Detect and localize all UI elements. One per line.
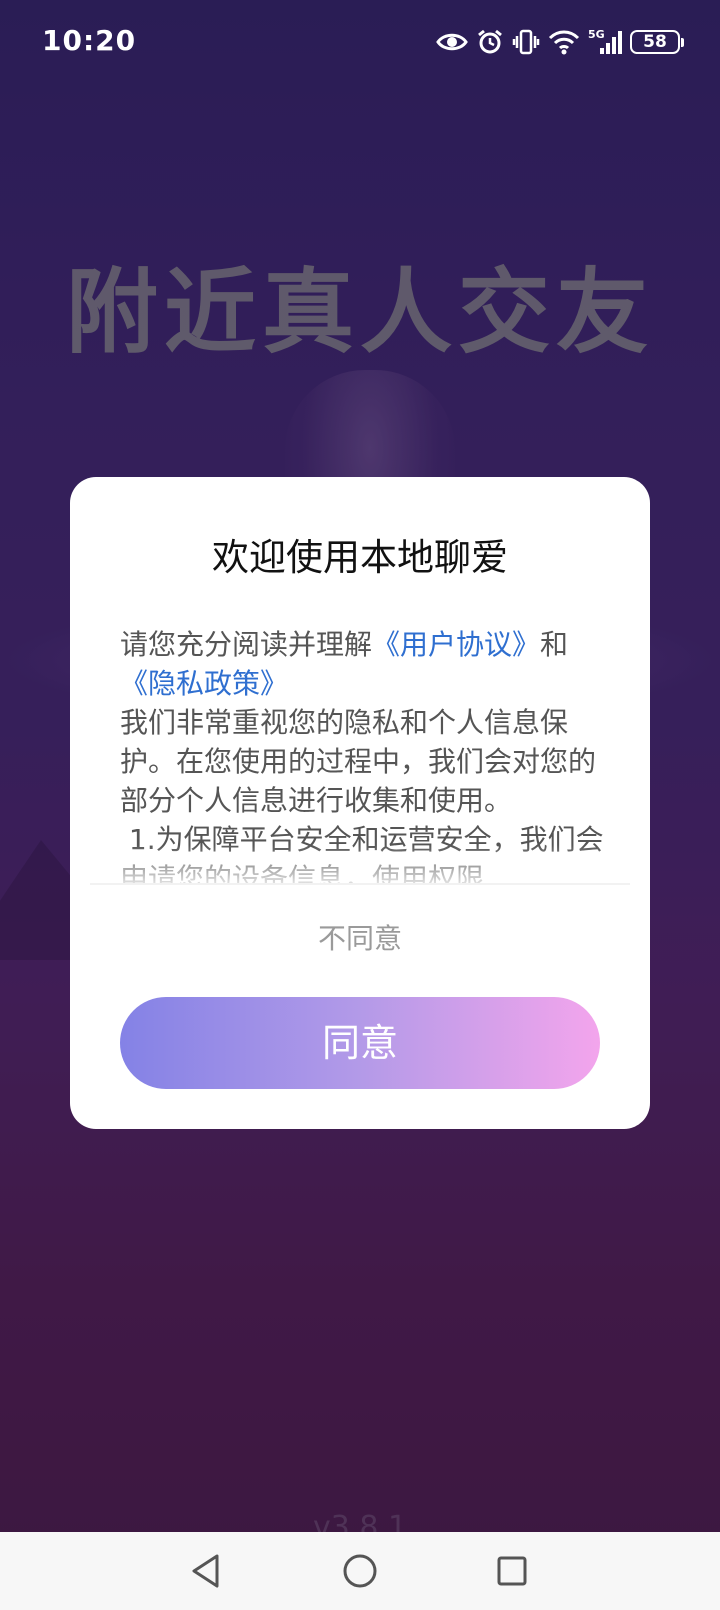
signal-icon: 5G [588, 28, 622, 56]
intro-text: 请您充分阅读并理解 [120, 628, 373, 661]
battery-icon: 58 [630, 30, 684, 54]
dialog-intro: 请您充分阅读并理解《用户协议》和《隐私政策》 [120, 625, 604, 703]
wifi-icon [548, 29, 580, 55]
user-agreement-link[interactable]: 《用户协议》 [372, 628, 540, 661]
alarm-icon [476, 28, 504, 56]
status-bar: 10:20 5G 58 [0, 0, 720, 84]
vibrate-icon [512, 28, 540, 56]
dialog-divider [90, 883, 630, 885]
and-text: 和 [540, 628, 569, 661]
status-time: 10:20 [42, 24, 137, 57]
app-screen: 附近真人交友 v3.8.1 10:20 5G 58 欢迎使用本地聊爱 请您充分阅… [0, 0, 720, 1610]
eye-icon [436, 31, 468, 53]
dialog-paragraph: 我们非常重视您的隐私和个人信息保护。在您使用的过程中，我们会对您的部分个人信息进… [120, 706, 597, 817]
svg-text:5G: 5G [588, 28, 605, 41]
privacy-policy-link[interactable]: 《隐私政策》 [120, 667, 288, 700]
dialog-title: 欢迎使用本地聊爱 [212, 536, 508, 579]
battery-level: 58 [643, 32, 667, 52]
dialog-body-fade [70, 845, 650, 885]
disagree-button[interactable]: 不同意 [220, 909, 500, 969]
recents-icon[interactable] [491, 1550, 533, 1592]
privacy-dialog: 欢迎使用本地聊爱 请您充分阅读并理解《用户协议》和《隐私政策》 我们非常重视您的… [70, 477, 650, 1129]
status-icons: 5G 58 [436, 26, 684, 58]
home-icon[interactable] [339, 1550, 381, 1592]
back-icon[interactable] [185, 1550, 227, 1592]
agree-button[interactable]: 同意 [120, 997, 600, 1089]
system-nav-bar [0, 1532, 720, 1610]
